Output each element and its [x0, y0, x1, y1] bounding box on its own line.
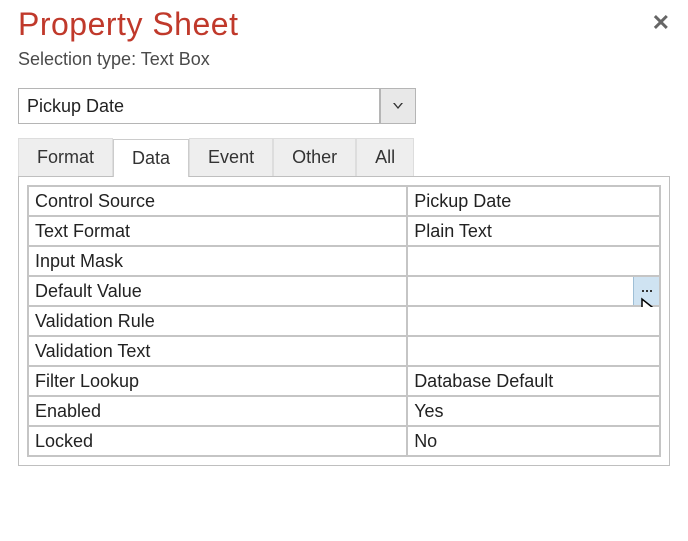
property-row: Default Value — [28, 276, 660, 306]
property-label: Validation Rule — [28, 306, 407, 336]
property-row: EnabledYes — [28, 396, 660, 426]
ellipsis-icon — [642, 290, 652, 292]
tab-event[interactable]: Event — [189, 138, 273, 176]
tab-other[interactable]: Other — [273, 138, 356, 176]
property-label: Locked — [28, 426, 407, 456]
property-table: Control SourcePickup DateText FormatPlai… — [27, 185, 661, 457]
property-panel: Control SourcePickup DateText FormatPlai… — [18, 176, 670, 466]
tab-strip: FormatDataEventOtherAll — [18, 138, 670, 176]
property-label: Control Source — [28, 186, 407, 216]
property-value[interactable]: Plain Text — [407, 216, 660, 246]
property-row: Validation Rule — [28, 306, 660, 336]
property-row: Control SourcePickup Date — [28, 186, 660, 216]
property-row: LockedNo — [28, 426, 660, 456]
page-title: Property Sheet — [18, 6, 238, 43]
property-row: Validation Text — [28, 336, 660, 366]
property-value[interactable]: Yes — [407, 396, 660, 426]
close-icon[interactable]: ✕ — [652, 12, 670, 34]
property-label: Default Value — [28, 276, 407, 306]
property-label: Text Format — [28, 216, 407, 246]
property-value[interactable] — [407, 276, 660, 306]
control-select-dropdown-button[interactable] — [380, 88, 416, 124]
builder-button[interactable] — [633, 277, 659, 305]
property-label: Input Mask — [28, 246, 407, 276]
tab-all[interactable]: All — [356, 138, 414, 176]
property-label: Validation Text — [28, 336, 407, 366]
property-label: Enabled — [28, 396, 407, 426]
property-value[interactable]: Database Default — [407, 366, 660, 396]
tab-data[interactable]: Data — [113, 139, 189, 177]
control-select[interactable]: Pickup Date — [18, 88, 416, 124]
property-label: Filter Lookup — [28, 366, 407, 396]
property-value[interactable] — [407, 306, 660, 336]
selection-type-label: Selection type: Text Box — [18, 49, 670, 70]
chevron-down-icon — [393, 103, 403, 109]
property-value[interactable]: No — [407, 426, 660, 456]
property-row: Input Mask — [28, 246, 660, 276]
property-value[interactable]: Pickup Date — [407, 186, 660, 216]
property-value[interactable] — [407, 246, 660, 276]
property-value[interactable] — [407, 336, 660, 366]
property-row: Filter LookupDatabase Default — [28, 366, 660, 396]
property-row: Text FormatPlain Text — [28, 216, 660, 246]
control-select-value[interactable]: Pickup Date — [18, 88, 380, 124]
tab-format[interactable]: Format — [18, 138, 113, 176]
